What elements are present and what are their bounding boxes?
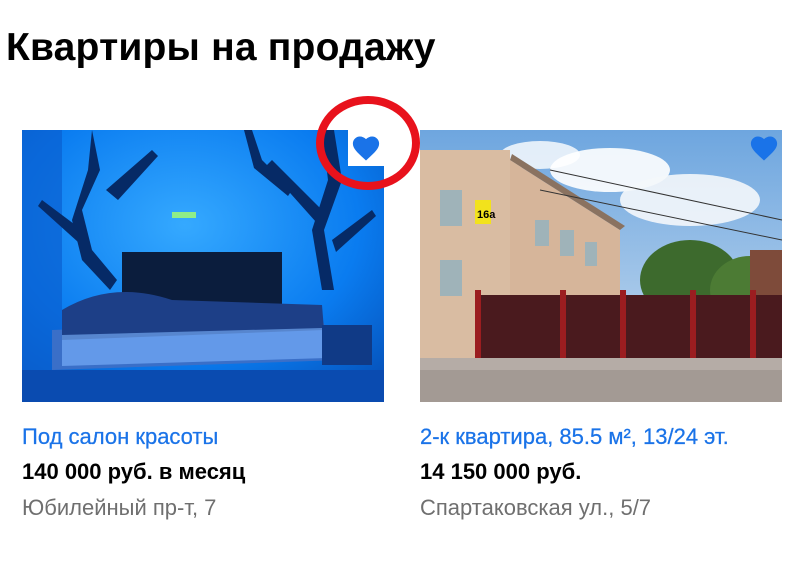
page-title: Квартиры на продажу: [6, 26, 436, 69]
listing-title-link[interactable]: Под салон красоты: [22, 420, 384, 454]
favorite-button[interactable]: [746, 130, 782, 166]
listing-title-link[interactable]: 2-к квартира, 85.5 м², 13/24 эт.: [420, 420, 782, 454]
house-number-sign: 16а: [477, 209, 496, 221]
heart-icon: [750, 136, 778, 161]
listing-card[interactable]: 16а 2-к квартира, 85.5 м², 13/24 эт. 14 …: [420, 130, 782, 522]
listing-address: Юбилейный пр-т, 7: [22, 495, 217, 520]
listing-card[interactable]: Под салон красоты 140 000 руб. в месяц Ю…: [22, 130, 384, 522]
listing-price: 14 150 000 руб.: [420, 459, 582, 484]
listing-address: Спартаковская ул., 5/7: [420, 495, 652, 520]
listing-photo-image: 16а: [420, 130, 782, 402]
highlight-ring-annotation: [316, 96, 420, 190]
listing-photo[interactable]: 16а: [420, 130, 782, 402]
listing-price: 140 000 руб. в месяц: [22, 459, 246, 484]
